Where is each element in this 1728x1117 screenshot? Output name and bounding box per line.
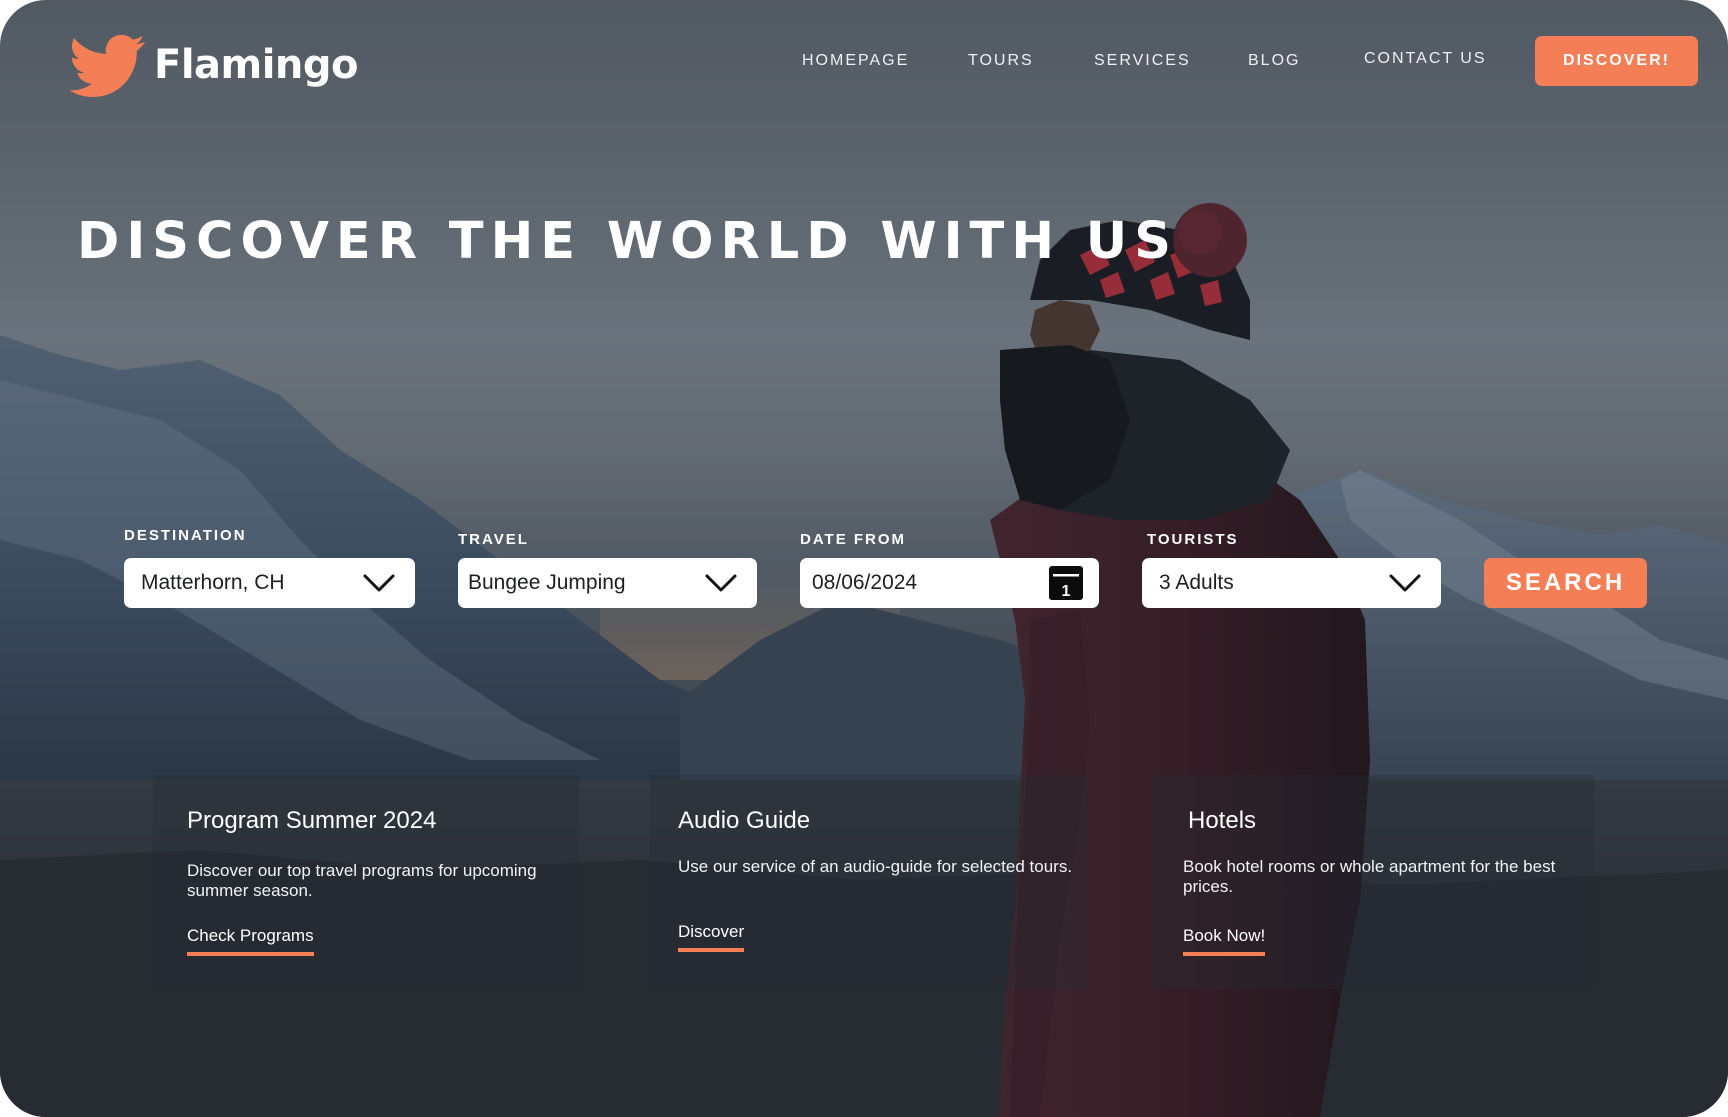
date-from-value: 08/06/2024 [812, 571, 918, 594]
check-programs-link[interactable]: Check Programs [187, 926, 314, 956]
nav-tours[interactable]: TOURS [968, 52, 1034, 70]
tourists-value: 3 Adults [1159, 571, 1234, 594]
card-title: Program Summer 2024 [187, 807, 437, 834]
tourists-label: TOURISTS [1147, 531, 1239, 548]
hero-section: Flamingo HOMEPAGE TOURS SERVICES BLOG CO… [0, 0, 1728, 1117]
destination-label: DESTINATION [124, 527, 247, 544]
calendar-icon[interactable]: 1 [1047, 564, 1085, 602]
card-title: Hotels [1188, 807, 1257, 834]
destination-select[interactable]: Matterhorn, CH [124, 558, 415, 608]
nav-services[interactable]: SERVICES [1094, 52, 1191, 70]
discover-button[interactable]: DISCOVER! [1535, 36, 1698, 86]
travel-value: Bungee Jumping [468, 571, 626, 594]
destination-value: Matterhorn, CH [141, 571, 285, 594]
card-text: Discover our top travel programs for upc… [187, 861, 537, 900]
calendar-day: 1 [1062, 583, 1071, 600]
bird-icon [70, 34, 145, 97]
card-hotels: Hotels Book hotel rooms or whole apartme… [1154, 775, 1594, 989]
nav-blog[interactable]: BLOG [1248, 52, 1300, 70]
nav-contact-us[interactable]: CONTACT US [1364, 50, 1487, 68]
chevron-down-icon [705, 574, 737, 592]
page-title: DISCOVER THE WORLD WITH US [77, 212, 1178, 271]
chevron-down-icon [1389, 574, 1421, 592]
tourists-select[interactable]: 3 Adults [1142, 558, 1441, 608]
brand-name: Flamingo [154, 42, 359, 88]
card-title: Audio Guide [678, 807, 811, 834]
travel-label: TRAVEL [458, 531, 529, 548]
discover-link[interactable]: Discover [678, 922, 745, 952]
card-program-summer: Program Summer 2024 Discover our top tra… [153, 775, 579, 989]
search-button[interactable]: SEARCH [1484, 558, 1647, 608]
card-text: Book hotel rooms or whole apartment for … [1183, 857, 1556, 896]
nav-homepage[interactable]: HOMEPAGE [802, 52, 909, 70]
date-from-label: DATE FROM [800, 531, 907, 548]
date-from-input[interactable]: 08/06/2024 1 [800, 558, 1099, 608]
book-now-link[interactable]: Book Now! [1183, 926, 1266, 956]
logo[interactable]: Flamingo [70, 32, 359, 98]
card-text: Use our service of an audio-guide for se… [678, 857, 1073, 876]
chevron-down-icon [363, 574, 395, 592]
travel-select[interactable]: Bungee Jumping [458, 558, 757, 608]
card-audio-guide: Audio Guide Use our service of an audio-… [650, 775, 1090, 989]
